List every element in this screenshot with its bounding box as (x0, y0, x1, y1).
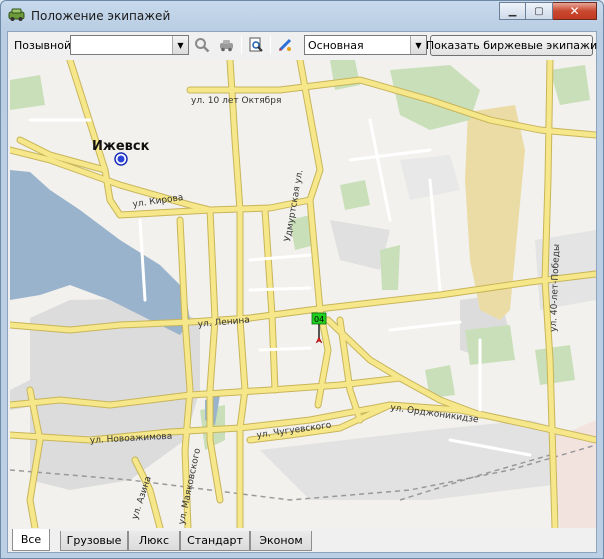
map-layer-select[interactable]: Основная ▼ (304, 35, 427, 55)
close-icon: ✕ (569, 4, 580, 18)
vehicle-label: 04 (314, 315, 324, 324)
window-title: Положение экипажей (31, 9, 171, 23)
park-area (465, 325, 515, 365)
maximize-button[interactable]: ▢ (526, 2, 553, 20)
show-exchange-crews-button[interactable]: Показать биржевые экипажи (426, 35, 597, 56)
city-center-dot (117, 155, 125, 163)
taxi-app-icon (8, 8, 25, 21)
city-label: Ижевск (92, 139, 150, 154)
tab-cargo[interactable]: Грузовые (60, 531, 128, 551)
maximize-icon: ▢ (534, 5, 544, 17)
map-layer-value: Основная (308, 39, 364, 52)
chevron-down-icon[interactable]: ▼ (172, 36, 188, 54)
tab-standard[interactable]: Стандарт (180, 531, 250, 551)
toolbar-separator (270, 36, 271, 54)
minimize-icon: ▁ (508, 5, 517, 17)
app-window: Положение экипажей ▁ ▢ ✕ Позывной: ▼ Осн… (0, 0, 604, 559)
tab-economy[interactable]: Эконом (250, 531, 312, 551)
park-area (10, 75, 45, 110)
zoom-document-icon[interactable] (247, 36, 265, 54)
map-canvas[interactable]: ул. 10 лет Октября ул. Кирова Удмуртская… (10, 60, 596, 528)
route-pen-icon[interactable] (276, 36, 294, 54)
callsign-label: Позывной: (14, 39, 75, 52)
tab-all[interactable]: Все (12, 529, 50, 551)
client-area: Позывной: ▼ Основная ▼ Показать биржевые… (7, 31, 597, 553)
map-view[interactable]: ул. 10 лет Октября ул. Кирова Удмуртская… (10, 60, 596, 528)
vehicle-class-tabs: Все Грузовые Люкс Стандарт Эконом (8, 529, 596, 552)
close-button[interactable]: ✕ (553, 2, 597, 20)
park-area (340, 180, 370, 210)
search-icon[interactable] (193, 36, 211, 54)
callsign-combobox[interactable]: ▼ (70, 35, 189, 55)
toolbar-separator (241, 36, 242, 54)
minimize-button[interactable]: ▁ (499, 2, 526, 20)
title-bar[interactable]: Положение экипажей ▁ ▢ ✕ (1, 1, 603, 31)
toolbar: Позывной: ▼ Основная ▼ Показать биржевые… (8, 32, 597, 59)
park-area (380, 245, 400, 290)
park-area (535, 345, 575, 385)
chevron-down-icon[interactable]: ▼ (410, 36, 426, 54)
street-label: ул. 10 лет Октября (191, 96, 281, 106)
car-search-icon[interactable] (218, 36, 236, 54)
tab-lux[interactable]: Люкс (128, 531, 180, 551)
